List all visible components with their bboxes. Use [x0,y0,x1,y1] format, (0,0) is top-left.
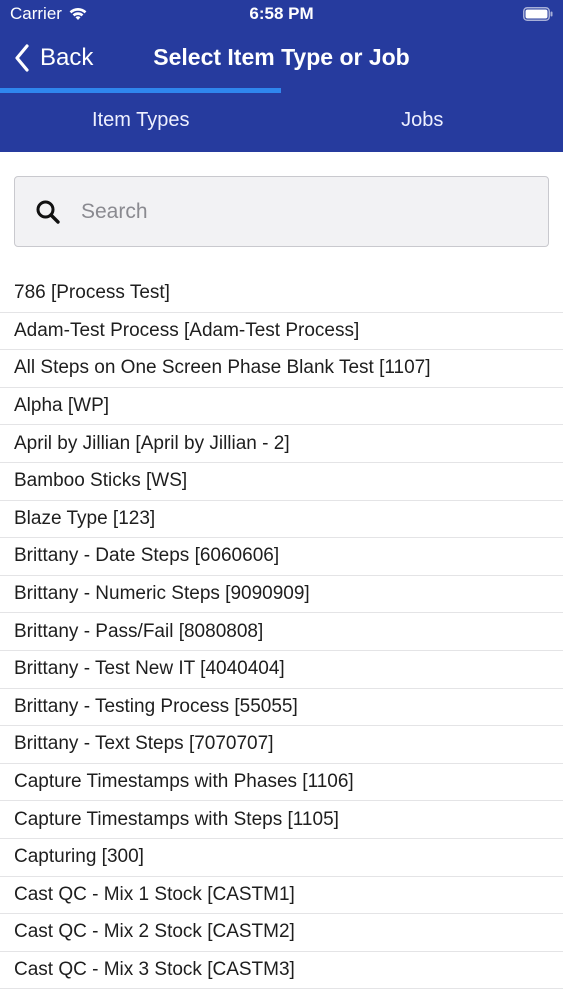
list-item[interactable]: Brittany - Date Steps [6060606] [0,538,563,576]
status-bar: Carrier 6:58 PM [0,0,563,30]
list-item-label: Brittany - Numeric Steps [9090909] [14,583,310,605]
list-item-label: Cast QC - Mix 1 Stock [CASTM1] [14,883,295,905]
list-item[interactable]: Brittany - Text Steps [7070707] [0,726,563,764]
status-time: 6:58 PM [249,4,314,23]
list-item-label: Cast QC - Mix 3 Stock [CASTM3] [14,958,295,980]
list-item[interactable]: Brittany - Numeric Steps [9090909] [0,576,563,614]
list-item-label: Brittany - Pass/Fail [8080808] [14,620,264,642]
search-icon [36,200,60,224]
list-item[interactable]: April by Jillian [April by Jillian - 2] [0,425,563,463]
header: Carrier 6:58 PM Back Select Item Type or… [0,0,563,152]
list-item-label: Brittany - Test New IT [4040404] [14,658,285,680]
tab-jobs[interactable]: Jobs [282,88,563,152]
list-item[interactable]: Alpha [WP] [0,388,563,426]
list-item[interactable]: Cast QC - Mix 2 Stock [CASTM2] [0,914,563,952]
item-type-list: 786 [Process Test] Adam-Test Process [Ada… [0,275,563,990]
back-label: Back [40,44,94,71]
list-item-label: Bamboo Sticks [WS] [14,470,188,492]
list-item[interactable]: All Steps on One Screen Phase Blank Test… [0,350,563,388]
chevron-left-icon [15,44,29,72]
tab-label: Item Types [92,108,190,131]
list-item-label: Brittany - Testing Process [55055] [14,695,298,717]
list-item[interactable]: Cast QC - Mix 1 Stock [CASTM1] [0,877,563,915]
nav-bar: Back Select Item Type or Job [0,30,563,88]
list-item-label: Alpha [WP] [14,395,110,417]
list-item-label: All Steps on One Screen Phase Blank Test… [14,357,431,379]
list-item[interactable]: Brittany - Pass/Fail [8080808] [0,613,563,651]
list-item-label: Brittany - Date Steps [6060606] [14,545,280,567]
tab-bar: Item Types Jobs [0,88,563,152]
list-item-label: Capture Timestamps with Phases [1106] [14,771,354,793]
list-item-label: Capture Timestamps with Steps [1105] [14,808,339,830]
list-item[interactable]: Capturing [300] [0,839,563,877]
list-item[interactable]: 786 [Process Test] [0,275,563,313]
tab-item-types[interactable]: Item Types [0,88,282,152]
list-item[interactable]: Capture Timestamps with Steps [1105] [0,801,563,839]
list-item-label: 786 [Process Test] [14,282,170,304]
tab-label: Jobs [401,108,444,131]
list-item-label: Blaze Type [123] [14,507,156,529]
list-item-label: Adam-Test Process [Adam-Test Process] [14,319,360,341]
list-item[interactable]: Bamboo Sticks [WS] [0,463,563,501]
list-item[interactable]: Cast QC - Mix 3 Stock [CASTM3] [0,952,563,990]
search-input[interactable] [81,199,501,224]
list-item[interactable]: Capture Timestamps with Phases [1106] [0,764,563,802]
list-item-label: Cast QC - Mix 2 Stock [CASTM2] [14,921,295,943]
back-button[interactable]: Back [14,40,93,76]
list-item[interactable]: Blaze Type [123] [0,501,563,539]
list-item[interactable]: Adam-Test Process [Adam-Test Process] [0,313,563,351]
search-bar[interactable] [14,176,549,247]
battery-icon [523,7,553,21]
list-item-label: Capturing [300] [14,846,144,868]
list-item-label: April by Jillian [April by Jillian - 2] [14,432,290,454]
list-item[interactable]: Brittany - Test New IT [4040404] [0,651,563,689]
list-item-label: Brittany - Text Steps [7070707] [14,733,274,755]
list-item[interactable]: Brittany - Testing Process [55055] [0,689,563,727]
